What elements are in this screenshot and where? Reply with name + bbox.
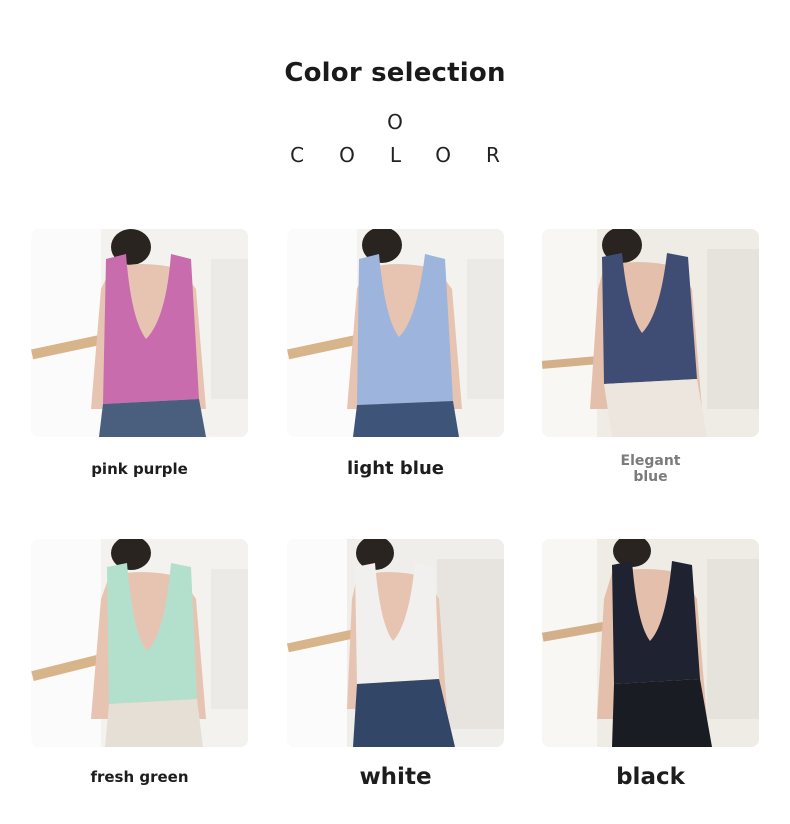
color-swatch-fresh-green[interactable] [31,539,248,747]
color-label: light blue [347,458,444,479]
color-label: white [359,764,432,790]
header: Color selection O COLOR [0,0,790,200]
pants-fill [99,399,206,437]
color-label: black [616,764,685,790]
model-image [542,539,759,747]
color-label-line1: Elegant [620,453,681,469]
subtitle-o: O [387,110,403,134]
color-swatch-black[interactable] [542,539,759,747]
model-image [287,539,504,747]
color-swatch-elegant-blue[interactable] [542,229,759,437]
color-label-line2: blue [633,469,668,485]
model-image [542,229,759,437]
color-swatch-light-blue[interactable] [287,229,504,437]
model-image [31,539,248,747]
model-image [31,229,248,437]
color-label: pink purple [91,460,188,478]
color-swatch-white[interactable] [287,539,504,747]
color-label: Elegant blue [542,453,759,485]
color-swatch-pink-purple[interactable] [31,229,248,437]
subtitle-color: COLOR [290,143,535,167]
model-image [287,229,504,437]
color-label: fresh green [90,768,189,786]
page-title: Color selection [284,58,506,88]
